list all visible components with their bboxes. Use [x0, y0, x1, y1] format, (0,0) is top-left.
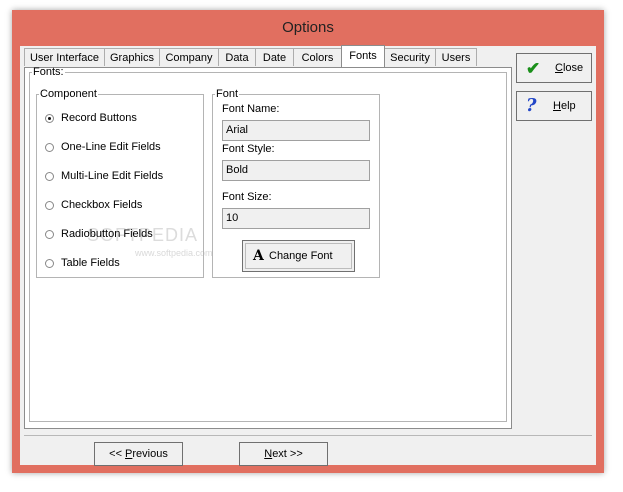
tab-security[interactable]: Security — [384, 48, 436, 66]
help-label: Help — [553, 100, 576, 112]
radio-icon — [45, 229, 54, 239]
close-button[interactable]: ✔ Close — [516, 53, 592, 83]
font-a-icon: A — [253, 248, 264, 264]
close-label: Close — [555, 62, 584, 74]
check-icon: ✔ — [526, 59, 541, 78]
tab-fonts[interactable]: Fonts — [341, 45, 385, 67]
font-style-label: Font Style: — [222, 143, 275, 155]
radio-radiobutton-fields[interactable]: Radiobutton Fields — [45, 226, 153, 242]
radio-record-buttons[interactable]: Record Buttons — [45, 110, 137, 126]
radio-checked-icon — [45, 113, 54, 123]
radio-icon — [45, 142, 54, 152]
change-font-button[interactable]: A Change Font — [242, 240, 355, 272]
radio-multi-line-edit-fields[interactable]: Multi-Line Edit Fields — [45, 168, 163, 184]
radio-checkbox-fields[interactable]: Checkbox Fields — [45, 197, 142, 213]
tab-data[interactable]: Data — [218, 48, 256, 66]
tab-graphics[interactable]: Graphics — [104, 48, 160, 66]
font-group: Font Font Name: Arial Font Style: Bold F… — [212, 88, 380, 278]
next-button[interactable]: Next >> — [239, 442, 328, 466]
fonts-group: Fonts: SOFTPEDIA www.softpedia.com Compo… — [29, 66, 507, 422]
tab-company[interactable]: Company — [159, 48, 219, 66]
fonts-tab-panel: Fonts: SOFTPEDIA www.softpedia.com Compo… — [24, 66, 512, 429]
radio-label: Radiobutton Fields — [61, 228, 153, 241]
component-group: Component Record Buttons One-Line Edit F… — [36, 88, 204, 278]
radio-label: Checkbox Fields — [61, 199, 143, 212]
font-size-field[interactable]: 10 — [222, 208, 370, 229]
radio-label: Table Fields — [61, 257, 120, 270]
component-group-legend: Component — [40, 88, 97, 100]
change-font-label: Change Font — [269, 250, 333, 262]
radio-icon — [45, 200, 54, 210]
help-button[interactable]: ? Help — [516, 91, 592, 121]
radio-label: Multi-Line Edit Fields — [61, 170, 164, 183]
tab-user-interface[interactable]: User Interface — [24, 48, 105, 66]
previous-button[interactable]: << Previous — [94, 442, 183, 466]
radio-label: One-Line Edit Fields — [61, 141, 161, 154]
options-window: Options User Interface Graphics Company … — [12, 10, 604, 473]
radio-one-line-edit-fields[interactable]: One-Line Edit Fields — [45, 139, 161, 155]
tab-users[interactable]: Users — [435, 48, 477, 66]
tab-colors[interactable]: Colors — [293, 48, 342, 66]
tab-date[interactable]: Date — [255, 48, 294, 66]
window-title: Options — [282, 19, 334, 36]
footer-divider — [24, 435, 592, 436]
font-name-label: Font Name: — [222, 103, 280, 115]
font-style-field[interactable]: Bold — [222, 160, 370, 181]
radio-icon — [45, 171, 54, 181]
window-client-area: User Interface Graphics Company Data Dat… — [20, 45, 596, 466]
font-group-legend: Font — [216, 88, 239, 100]
radio-icon — [45, 258, 54, 268]
font-name-field[interactable]: Arial — [222, 120, 370, 141]
question-icon: ? — [526, 95, 537, 116]
radio-label: Record Buttons — [61, 112, 137, 125]
radio-table-fields[interactable]: Table Fields — [45, 255, 120, 271]
font-size-label: Font Size: — [222, 191, 272, 203]
fonts-group-legend: Fonts: — [33, 66, 64, 78]
